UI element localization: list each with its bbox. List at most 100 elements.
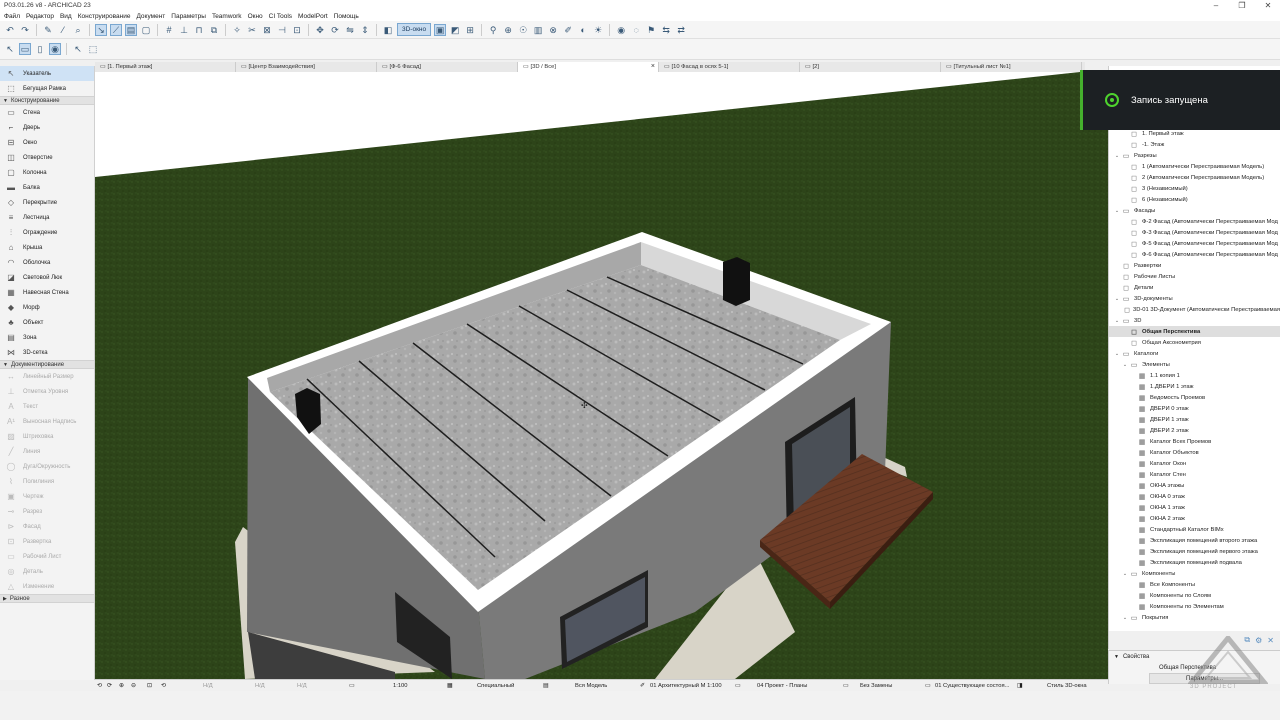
delete-icon[interactable]: ✕ [1267,636,1274,645]
tool-interior-elevation[interactable]: ⊡ Развертка [0,534,94,549]
navigator-item[interactable]: ⌄ ▭ Компоненты [1109,568,1280,579]
navigator-item[interactable]: ▦ ОКНА 0 этаж [1109,491,1280,502]
pen-icon[interactable]: ✐ [562,24,574,36]
navigator-item[interactable]: ▦ Каталог Стен [1109,469,1280,480]
move-icon[interactable]: ✥ [314,24,326,36]
layout-icon[interactable]: ▥ [532,24,544,36]
snap-icon[interactable]: ↘ [95,23,107,36]
camera-icon[interactable]: ◉ [615,24,627,36]
navigator-item[interactable]: ▦ Каталог Всех Проемов [1109,436,1280,447]
toolbox-category-document[interactable]: ▼ Документирование [0,360,94,369]
navigator-item[interactable]: ▦ Все Компоненты [1109,579,1280,590]
send-icon[interactable]: ⇆ [660,24,672,36]
3d-filter-icon[interactable]: ⊞ [464,24,476,36]
3d-viewport[interactable]: ✣ [95,72,1108,679]
tool-wall[interactable]: ▭ Стена [0,105,94,120]
tool-slab[interactable]: ◇ Перекрытие [0,195,94,210]
rotated-select-icon[interactable]: ◉ [49,43,61,55]
redline-icon[interactable]: ◐ [577,24,589,36]
receive-icon[interactable]: ⇄ [675,24,687,36]
navigator-item[interactable]: ◻ Рабочие Листы [1109,271,1280,282]
navigator-item[interactable]: ◻ Общая Аксонометрия [1109,337,1280,348]
navigator-item[interactable]: ◻ 6 (Независимый) [1109,194,1280,205]
tool-dimension[interactable]: ↔ Линейный Размер [0,369,94,384]
navigator-item[interactable]: ◻ 3D-01 3D-Документ (Автоматически Перест… [1109,304,1280,315]
navigator-item[interactable]: ▦ Стандартный Каталог BIMx [1109,524,1280,535]
navigator-item[interactable]: ◻ Ф-3 Фасад (Автоматически Перестраиваема… [1109,227,1280,238]
tool-drawing[interactable]: ▣ Чертеж [0,489,94,504]
tool-column[interactable]: ▢ Колонна [0,165,94,180]
navigator-item[interactable]: ▦ ОКНА этажы [1109,480,1280,491]
close-button[interactable]: ✕ [1256,0,1280,11]
redo-icon[interactable]: ↷ [19,24,31,36]
navigator-item[interactable]: ◻ 1 (Автоматически Перестраиваемая Модель… [1109,161,1280,172]
tool-marquee[interactable]: ⬚ Бегущая Рамка [0,81,94,96]
menu-window[interactable]: Окно [248,13,263,20]
rotate-icon[interactable]: ⟳ [329,24,341,36]
tool-curtain-wall[interactable]: ▦ Навесная Стена [0,285,94,300]
inject-icon[interactable]: ⁄ [57,24,69,36]
navigator-item[interactable]: ◻ 2 (Автоматически Перестраиваемая Модель… [1109,172,1280,183]
tool-object[interactable]: ♣ Объект [0,315,94,330]
group-icon[interactable]: ⧉ [208,24,220,36]
navigator-item[interactable]: ▦ Экспликация помещений второго этажа [1109,535,1280,546]
navigator-item[interactable]: ⌄ ▭ Покрытия [1109,612,1280,623]
tool-zone[interactable]: ▤ Зона [0,330,94,345]
tool-beam[interactable]: ▬ Балка [0,180,94,195]
menu-modelport[interactable]: ModelPort [298,13,328,20]
menu-document[interactable]: Документ [136,13,165,20]
lock-icon[interactable]: ⊓ [193,24,205,36]
tool-door[interactable]: ⌐ Дверь [0,120,94,135]
tool-mesh[interactable]: ⋈ 3D-сетка [0,345,94,360]
navigator-item[interactable]: ▦ Каталог Объектов [1109,447,1280,458]
tool-pointer[interactable]: ↖ Указатель [0,66,94,81]
tool-change[interactable]: △ Изменение [0,579,94,594]
floor-plan-icon[interactable]: ◧ [382,24,394,36]
navigator-item[interactable]: ◻ -1. Этаж [1109,139,1280,150]
grid-icon[interactable]: # [163,24,175,36]
tool-window[interactable]: ⊟ Окно [0,135,94,150]
3d-window-icon[interactable]: ▣ [434,23,447,36]
navigator-item[interactable]: ⌄ ▭ Каталоги [1109,348,1280,359]
teamwork-icon[interactable]: ⚑ [645,24,657,36]
navigator-item[interactable]: ▦ ДВЕРИ 1 этаж [1109,414,1280,425]
tab-view[interactable]: ▭ [3D / Все] × [518,62,659,72]
magic-wand-icon[interactable]: ✧ [231,24,243,36]
select-mode-icon[interactable]: ▭ [19,43,31,55]
maximize-button[interactable]: ❐ [1230,0,1254,11]
elevate-icon[interactable]: ⇕ [359,24,371,36]
rect-select-icon[interactable]: ▯ [34,43,46,55]
close-tab-icon[interactable]: × [651,62,655,72]
gravity-icon[interactable]: ⊥ [178,24,190,36]
menu-file[interactable]: Файл [4,13,20,20]
pick-up-icon[interactable]: ✎ [42,24,54,36]
tool-morph[interactable]: ◆ Морф [0,300,94,315]
offset-icon[interactable]: ⊡ [291,24,303,36]
navigator-item[interactable]: ◻ Общая Перспектива [1109,326,1280,337]
tool-worksheet[interactable]: ▭ Рабочий Лист [0,549,94,564]
chevron-down-icon[interactable]: ⌄ [1121,571,1129,577]
tool-railing[interactable]: ⫶ Ограждение [0,225,94,240]
walk-icon[interactable]: ⚲ [487,24,499,36]
undo-icon[interactable]: ↶ [4,24,16,36]
chevron-down-icon[interactable]: ⌄ [1121,615,1129,621]
navigator-item[interactable]: ▦ Компоненты по Слоям [1109,590,1280,601]
tool-arc[interactable]: ◯ Дуга/Окружность [0,459,94,474]
sun-icon[interactable]: ☀ [592,24,604,36]
explore-icon[interactable]: ☉ [517,24,529,36]
marquee-mode-icon[interactable]: ⬚ [87,43,99,55]
navigator-item[interactable]: ▦ Ведомость Проемов [1109,392,1280,403]
chevron-down-icon[interactable]: ⌄ [1113,153,1121,159]
eyedropper-icon[interactable]: ⌕ [72,24,84,36]
tool-text[interactable]: A Текст [0,399,94,414]
navigator-item[interactable]: ▦ Компоненты по Элементам [1109,601,1280,612]
tool-section[interactable]: ⊸ Разрез [0,504,94,519]
menu-design[interactable]: Конструирование [78,13,131,20]
tool-skylight[interactable]: ◪ Световой Люк [0,270,94,285]
menu-ci-tools[interactable]: CI Tools [269,13,292,20]
tab-view[interactable]: ▭ [2] [800,62,941,72]
orbit-icon[interactable]: ⊕ [502,24,514,36]
3d-scene[interactable]: ✣ [95,72,1108,679]
toolbox-category-design[interactable]: ▼ Конструирование [0,96,94,105]
tool-line[interactable]: ╱ Линия [0,444,94,459]
